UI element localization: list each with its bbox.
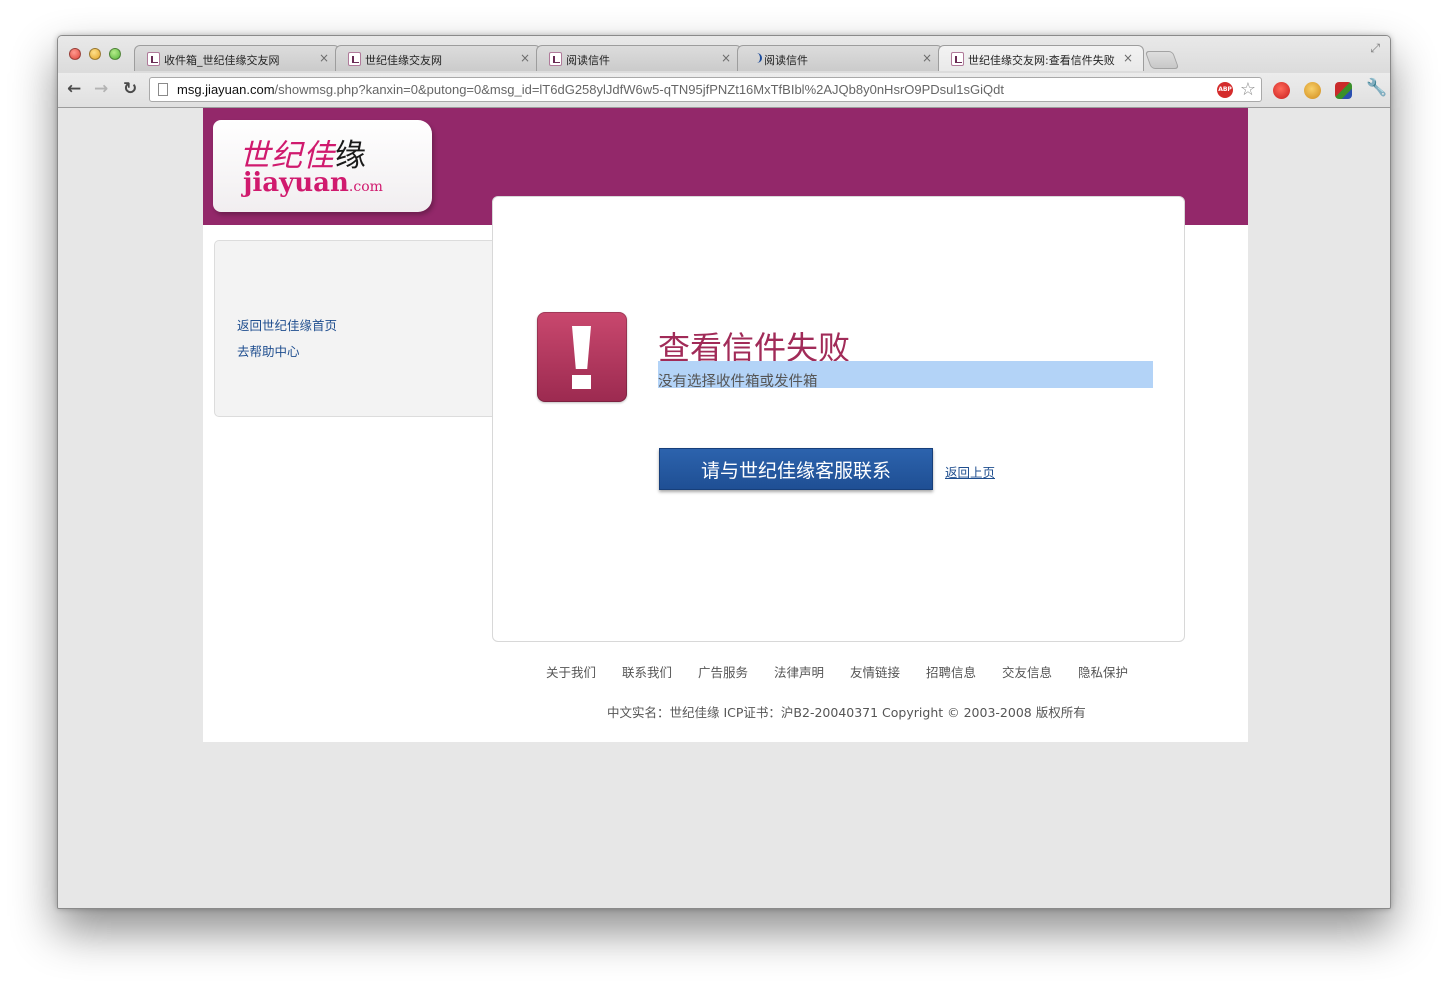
jiayuan-favicon-icon — [951, 52, 964, 66]
tab-title: 阅读信件 — [764, 54, 808, 67]
footer-link-legal[interactable]: 法律声明 — [774, 662, 824, 681]
footer-link-friends[interactable]: 友情链接 — [850, 662, 900, 681]
tab-title: 收件箱_世纪佳缘交友网 — [164, 54, 280, 67]
sidebar: 返回世纪佳缘首页 去帮助中心 — [214, 240, 504, 417]
close-window-button[interactable] — [69, 48, 81, 60]
extension-shield-icon[interactable] — [1273, 82, 1290, 99]
zoom-window-button[interactable] — [109, 48, 121, 60]
forward-arrow-icon[interactable]: → — [94, 79, 108, 99]
loading-moon-icon — [750, 52, 763, 66]
browser-toolbar: ← → ↻ msg.jiayuan.com/showmsg.php?kanxin… — [58, 73, 1390, 107]
tab-read-mail-loading[interactable]: 阅读信件 × — [737, 45, 943, 71]
tab-close-icon[interactable]: × — [721, 51, 731, 65]
error-message: 没有选择收件箱或发件箱 — [658, 361, 1153, 390]
fullscreen-icon[interactable]: ⤢ — [1370, 41, 1380, 56]
tab-close-icon[interactable]: × — [319, 51, 329, 65]
wrench-menu-icon[interactable]: 🔧 — [1366, 78, 1387, 98]
minimize-window-button[interactable] — [89, 48, 101, 60]
logo-english: jiayuan.com — [243, 168, 383, 198]
page-icon — [158, 83, 168, 96]
exclamation-icon — [537, 312, 627, 402]
jiayuan-favicon-icon — [348, 52, 361, 66]
home-link[interactable]: 返回世纪佳缘首页 — [237, 315, 337, 334]
tab-close-icon[interactable]: × — [520, 51, 530, 65]
reload-icon[interactable]: ↻ — [123, 79, 137, 99]
tab-close-icon[interactable]: × — [1123, 51, 1133, 65]
contact-support-button[interactable]: 请与世纪佳缘客服联系 — [659, 448, 933, 490]
footer-link-contact[interactable]: 联系我们 — [622, 662, 672, 681]
address-bar[interactable]: msg.jiayuan.com/showmsg.php?kanxin=0&put… — [149, 77, 1262, 102]
tab-title: 世纪佳缘交友网 — [365, 54, 442, 67]
back-arrow-icon[interactable]: ← — [67, 79, 81, 99]
jiayuan-favicon-icon — [549, 52, 562, 66]
tab-inbox[interactable]: 收件箱_世纪佳缘交友网 × — [134, 45, 340, 71]
footer-link-privacy[interactable]: 隐私保护 — [1078, 662, 1128, 681]
page-viewport: 世纪佳缘 jiayuan.com 返回世纪佳缘首页 去帮助中心 查看信件失败 没… — [58, 108, 1390, 908]
footer-link-about[interactable]: 关于我们 — [546, 662, 596, 681]
footer-link-jobs[interactable]: 招聘信息 — [926, 662, 976, 681]
site-logo[interactable]: 世纪佳缘 jiayuan.com — [213, 120, 432, 212]
error-panel: 查看信件失败 没有选择收件箱或发件箱 请与世纪佳缘客服联系 返回上页 — [492, 196, 1185, 642]
tab-close-icon[interactable]: × — [922, 51, 932, 65]
jiayuan-favicon-icon — [147, 52, 160, 66]
bookmark-star-icon[interactable]: ☆ — [1240, 79, 1256, 100]
extension-translate-icon[interactable] — [1335, 82, 1352, 99]
adblock-icon[interactable]: ABP — [1217, 82, 1233, 98]
tab-jiayuan[interactable]: 世纪佳缘交友网 × — [335, 45, 541, 71]
url-text[interactable]: msg.jiayuan.com/showmsg.php?kanxin=0&put… — [177, 82, 1004, 97]
help-center-link[interactable]: 去帮助中心 — [237, 341, 300, 360]
footer-link-dating[interactable]: 交友信息 — [1002, 662, 1052, 681]
new-tab-button[interactable] — [1144, 51, 1180, 69]
tab-title: 世纪佳缘交友网:查看信件失败 — [968, 54, 1115, 67]
tab-read-mail[interactable]: 阅读信件 × — [536, 45, 742, 71]
tab-view-mail-failed[interactable]: 世纪佳缘交友网:查看信件失败 × — [938, 45, 1144, 71]
tab-title: 阅读信件 — [566, 54, 610, 67]
jiayuan-page: 世纪佳缘 jiayuan.com 返回世纪佳缘首页 去帮助中心 查看信件失败 没… — [203, 108, 1248, 742]
footer-link-ads[interactable]: 广告服务 — [698, 662, 748, 681]
browser-titlebar: 收件箱_世纪佳缘交友网 × 世纪佳缘交友网 × 阅读信件 × 阅读信件 × 世纪… — [58, 36, 1390, 108]
copyright-text: 中文实名：世纪佳缘 ICP证书：沪B2-20040371 Copyright ©… — [607, 705, 1086, 720]
extension-cookie-icon[interactable] — [1304, 82, 1321, 99]
browser-window: 收件箱_世纪佳缘交友网 × 世纪佳缘交友网 × 阅读信件 × 阅读信件 × 世纪… — [57, 35, 1391, 909]
back-link[interactable]: 返回上页 — [945, 462, 995, 481]
